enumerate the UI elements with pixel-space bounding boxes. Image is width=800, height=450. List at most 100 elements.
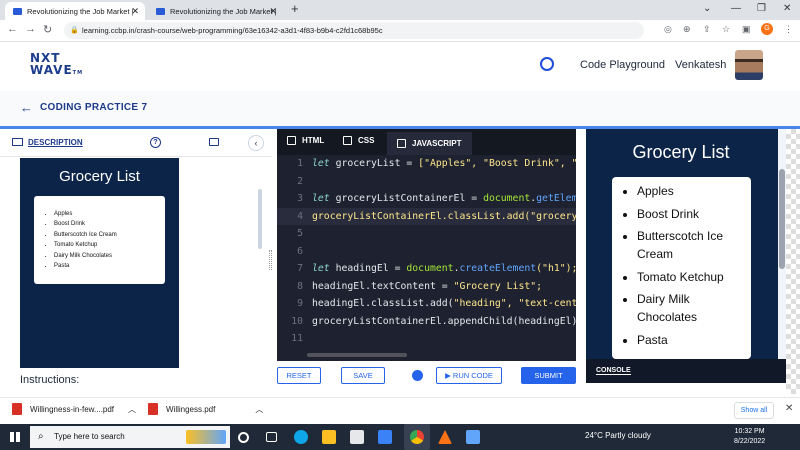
code-token: ["Apples", "Boost Drink", "	[418, 158, 576, 169]
back-arrow-icon[interactable]: ←	[20, 100, 33, 115]
code-token: headingEl	[335, 263, 395, 274]
code-area[interactable]: 1 let groceryList = ["Apples", "Boost Dri…	[277, 155, 576, 361]
output-grocery-list: Apples Boost Drink Butterscotch Ice Cream T…	[612, 177, 751, 359]
download-filename: Willingness-in-few....pdf	[30, 404, 115, 414]
discussion-icon[interactable]	[209, 138, 219, 146]
code-line[interactable]: 6	[277, 243, 576, 261]
settings-gear-icon[interactable]	[412, 370, 423, 381]
task-view-icon[interactable]	[266, 432, 277, 442]
code-line[interactable]: 4 groceryListContainerEl.classList.add("g…	[277, 207, 576, 225]
code-line[interactable]: 3 let groceryListContainerEl = document.g…	[277, 190, 576, 208]
collapse-panel-icon[interactable]: ‹	[248, 135, 264, 151]
weather-widget[interactable]: 24°C Partly cloudy	[585, 431, 651, 440]
resize-handle[interactable]	[269, 250, 272, 270]
preview-scroll-thumb[interactable]	[779, 169, 785, 269]
preview-scrollbar[interactable]	[778, 129, 786, 359]
code-token: let	[312, 263, 336, 274]
store-icon[interactable]	[350, 430, 364, 444]
line-number: 11	[291, 333, 303, 344]
code-line[interactable]: 7 let headingEl = document.createElement(…	[277, 260, 576, 278]
taskbar-search-placeholder: Type here to search	[54, 432, 125, 441]
file-explorer-icon[interactable]	[322, 430, 336, 444]
tab-javascript[interactable]: JAVASCRIPT	[387, 132, 472, 155]
grocery-list-item: Pasta	[637, 331, 751, 349]
save-button[interactable]: SAVE	[341, 367, 385, 384]
run-code-button[interactable]: ▶ RUN CODE	[436, 367, 502, 384]
nxtwave-logo[interactable]: NXT WAVETM	[30, 52, 83, 79]
browser-tab-strip: Revolutionizing the Job Market | ✕ Revol…	[0, 0, 800, 20]
reload-icon[interactable]: ↻	[43, 23, 52, 36]
cortana-icon[interactable]	[238, 432, 249, 443]
share-icon[interactable]: ⇪	[703, 24, 711, 35]
editor-horizontal-scrollbar[interactable]	[307, 353, 407, 357]
editor-footer: RESET SAVE ▶ RUN CODE SUBMIT	[277, 362, 576, 390]
line-number: 7	[297, 263, 303, 274]
tab-html[interactable]: HTML	[287, 136, 324, 145]
google-lens-icon[interactable]: ◎	[664, 24, 672, 35]
user-avatar[interactable]	[735, 50, 763, 80]
browser-tab[interactable]: Revolutionizing the Job Market | ✕	[5, 2, 145, 20]
code-line[interactable]: 10 groceryListContainerEl.appendChild(hea…	[277, 313, 576, 331]
code-token: headingEl.textContent	[312, 280, 442, 292]
profile-avatar[interactable]: G	[761, 23, 773, 35]
submit-button[interactable]: SUBMIT	[521, 367, 576, 384]
system-clock[interactable]: 10:32 PM 8/22/2022	[734, 427, 765, 447]
chrome-icon[interactable]	[410, 430, 424, 444]
grocery-list-item: Tomato Ketchup	[54, 240, 165, 250]
url-bar[interactable]: 🔒 learning.ccbp.in/crash-course/web-prog…	[64, 22, 644, 39]
windows-taskbar: ⌕ Type here to search 24°C Partly cloudy…	[0, 424, 800, 450]
code-line[interactable]: 9 headingEl.classList.add("heading", "tex…	[277, 295, 576, 313]
vlc-icon[interactable]	[438, 430, 452, 444]
code-line[interactable]: 1 let groceryList = ["Apples", "Boost Dri…	[277, 155, 576, 173]
code-token: let	[312, 158, 336, 169]
description-scrollbar[interactable]	[258, 189, 262, 249]
javascript-icon	[397, 139, 406, 148]
menu-kebab-icon[interactable]: ⋮	[784, 24, 793, 35]
code-playground-icon[interactable]	[540, 57, 554, 71]
photos-icon[interactable]	[466, 430, 480, 444]
download-filename: Willingess.pdf	[166, 404, 216, 414]
close-tab-icon[interactable]: ✕	[269, 6, 277, 17]
reset-button[interactable]: RESET	[277, 367, 321, 384]
download-item[interactable]: Willingness-in-few....pdf ︿	[12, 403, 136, 415]
user-name[interactable]: Venkatesh	[675, 59, 726, 71]
help-icon[interactable]: ?	[150, 137, 161, 148]
clock-time: 10:32 PM	[734, 428, 765, 435]
restore-icon[interactable]: ❐	[757, 3, 766, 14]
tab-description[interactable]: DESCRIPTION	[12, 138, 83, 147]
new-tab-icon[interactable]: +	[291, 1, 299, 16]
line-number: 2	[297, 175, 303, 187]
tab-css[interactable]: CSS	[343, 136, 374, 145]
download-item[interactable]: Willingess.pdf ︿	[148, 403, 263, 415]
chevron-up-icon[interactable]: ︿	[128, 404, 136, 415]
windows-start-icon[interactable]	[10, 432, 20, 442]
close-downloads-icon[interactable]: ✕	[785, 403, 793, 414]
html-icon	[287, 136, 296, 145]
zoom-icon[interactable]: ⊕	[683, 24, 691, 35]
editor-tab-bar: HTML CSS JAVASCRIPT	[277, 129, 576, 155]
console-bar[interactable]: CONSOLE	[586, 359, 786, 383]
code-token: document	[483, 193, 531, 204]
side-panel-icon[interactable]: ▣	[742, 24, 751, 35]
code-line[interactable]: 5	[277, 225, 576, 243]
code-line[interactable]: 8 headingEl.textContent = "Grocery List";	[277, 278, 576, 296]
minimize-icon[interactable]: —	[731, 3, 741, 14]
show-all-button[interactable]: Show all	[734, 402, 774, 419]
tab-search-chevron-icon[interactable]: ⌄	[703, 3, 711, 14]
code-line[interactable]: 2	[277, 173, 576, 191]
browser-tab-title: Revolutionizing the Job Market |	[170, 6, 277, 16]
edge-icon[interactable]	[294, 430, 308, 444]
mail-icon[interactable]	[378, 430, 392, 444]
chevron-up-icon[interactable]: ︿	[255, 404, 263, 415]
close-tab-icon[interactable]: ✕	[131, 6, 139, 17]
line-number: 8	[297, 280, 303, 292]
search-highlight-icon[interactable]	[186, 430, 226, 444]
forward-nav-icon[interactable]: →	[25, 23, 36, 35]
bookmark-star-icon[interactable]: ☆	[722, 24, 730, 35]
back-nav-icon[interactable]: ←	[7, 23, 18, 35]
window-close-icon[interactable]: ✕	[783, 3, 791, 14]
code-line[interactable]: 11	[277, 330, 576, 348]
code-playground-link[interactable]: Code Playground	[580, 59, 665, 71]
line-number: 9	[297, 298, 303, 309]
browser-tab[interactable]: Revolutionizing the Job Market | ✕	[148, 2, 283, 20]
